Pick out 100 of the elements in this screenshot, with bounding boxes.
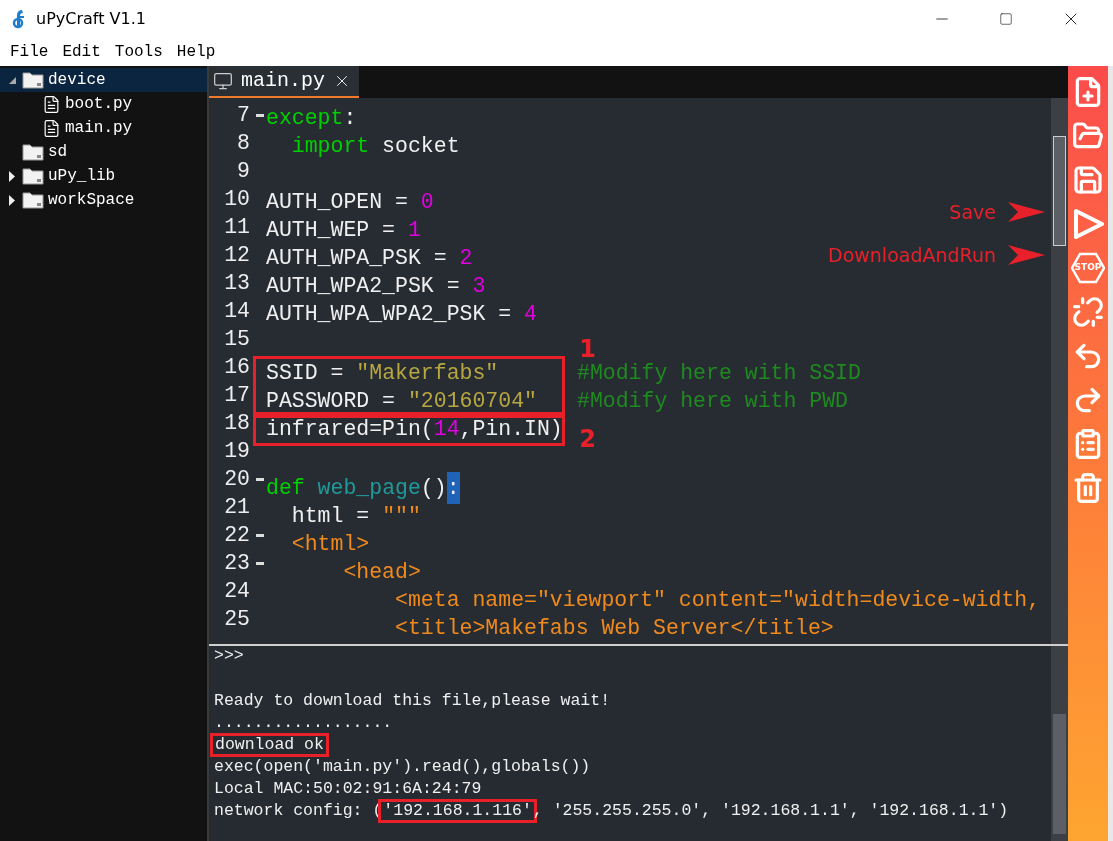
code-text: def [266, 474, 305, 502]
code-text: 3 [472, 272, 486, 300]
tree-item[interactable]: device [0, 68, 207, 92]
collapsed-arrow-icon[interactable] [8, 194, 16, 206]
line-number: 13 [224, 269, 250, 297]
code-text: infrared=Pin( [266, 415, 434, 443]
tree-item-label: main.py [65, 118, 133, 139]
folder-icon [22, 71, 44, 89]
line-number: 15 [224, 325, 250, 353]
folder-icon [22, 143, 44, 161]
line-number: 12 [224, 241, 250, 269]
annotation-label: DownloadAndRun [828, 242, 996, 268]
editor-tab[interactable]: main.py [209, 66, 359, 98]
menu-item[interactable]: Help [176, 40, 216, 64]
code-text: 2 [459, 244, 473, 272]
console-text: exec(open('main.py').read(),globals()) [214, 755, 591, 778]
line-number: 7 [237, 101, 250, 129]
menu-item[interactable]: Tools [114, 40, 163, 64]
line-number: 14 [224, 297, 250, 325]
tree-item-label: sd [48, 142, 68, 163]
code-comment: #Modify here with PWD [577, 387, 848, 415]
code-text: () [420, 474, 447, 502]
line-number: 20 [224, 465, 250, 493]
annotation-number: 2 [579, 424, 596, 455]
line-number: 9 [237, 157, 250, 185]
code-editor[interactable] [209, 98, 1068, 644]
code-text: AUTH_OPEN = [266, 188, 409, 216]
annotation-label: Save [949, 200, 996, 225]
scrollbar[interactable] [1051, 98, 1068, 644]
code-text: AUTH_WPA2_PSK = [266, 272, 461, 300]
fold-marker-icon[interactable] [256, 477, 264, 481]
tree-item[interactable]: main.py [0, 116, 207, 140]
monitor-icon [213, 71, 233, 91]
tree-item[interactable]: uPy_lib [0, 164, 207, 188]
console-text: Local MAC:50:02:91:6A:24:79 [214, 777, 482, 800]
tab-label: main.py [241, 68, 325, 94]
line-number: 11 [224, 213, 250, 241]
code-text: 1 [407, 216, 421, 244]
code-text: PASSWORD = [266, 387, 397, 415]
code-text: except [266, 104, 344, 132]
menu-item[interactable]: Edit [62, 40, 101, 64]
tree-item-label: device [48, 70, 106, 91]
code-text: ,Pin.IN) [459, 415, 563, 443]
tree-item[interactable]: boot.py [0, 92, 207, 116]
tree-item-label: uPy_lib [48, 166, 116, 187]
console-text: Ready to download this file,please wait! [214, 689, 611, 712]
line-number: 19 [224, 437, 250, 465]
tree-item[interactable]: sd [0, 140, 207, 164]
code-text: import [290, 132, 370, 160]
code-text: <head> [342, 558, 421, 586]
window-title: uPyCraft V1.1 [36, 8, 146, 30]
menu-item[interactable]: File [10, 40, 49, 64]
code-text: 0 [420, 188, 434, 216]
code-text: 4 [524, 300, 537, 328]
code-text: SSID = [266, 359, 345, 387]
code-text: "20160704" [407, 387, 537, 415]
folder-icon [22, 191, 44, 209]
fold-marker-icon[interactable] [256, 533, 264, 537]
folder-icon [22, 167, 44, 185]
fold-marker-icon[interactable] [256, 113, 264, 117]
line-number: 21 [224, 493, 250, 521]
line-number: 24 [224, 577, 250, 605]
file-icon [42, 94, 61, 114]
code-text: AUTH_WPA_PSK = [266, 244, 448, 272]
tree-item-label: workSpace [48, 190, 135, 211]
code-text: <title>Makefabs Web Server</title> [394, 614, 834, 642]
console-panel[interactable] [209, 644, 1068, 841]
scrollbar[interactable] [1051, 646, 1068, 841]
line-number: 18 [224, 409, 250, 437]
line-number: 10 [224, 185, 250, 213]
code-text: <meta name="viewport" content="width=device-width, [394, 586, 1041, 614]
line-number: 23 [224, 549, 250, 577]
line-number: 22 [224, 521, 250, 549]
collapsed-arrow-icon[interactable] [8, 170, 16, 182]
code-text: """ [382, 502, 421, 530]
console-prompt: >>> [214, 646, 244, 667]
line-number: 17 [224, 381, 250, 409]
expanded-arrow-icon[interactable] [7, 75, 17, 85]
fold-marker-icon[interactable] [256, 561, 264, 565]
code-text: html = [290, 502, 371, 530]
code-text: 14 [433, 415, 460, 443]
code-text: : [446, 471, 460, 505]
code-text: "Makerfabs" [356, 359, 499, 387]
line-number: 16 [224, 353, 250, 381]
file-icon [42, 118, 61, 138]
line-number: 25 [224, 605, 250, 633]
code-text: AUTH_WEP = [266, 216, 397, 244]
code-text: : [343, 104, 357, 132]
code-text: socket [381, 132, 460, 160]
console-text: download ok [210, 733, 329, 757]
tree-item-label: boot.py [65, 94, 133, 115]
code-text: web_page [316, 474, 421, 502]
annotation-arrow-icon [1008, 201, 1046, 224]
line-number: 8 [237, 129, 250, 157]
maximize-icon[interactable] [999, 12, 1013, 26]
code-text: AUTH_WPA_WPA2_PSK = [266, 300, 513, 328]
tree-item[interactable]: workSpace [0, 188, 207, 212]
console-text: .................. [214, 711, 393, 734]
code-text: <html> [290, 530, 370, 558]
annotation-arrow-icon [1008, 243, 1046, 266]
